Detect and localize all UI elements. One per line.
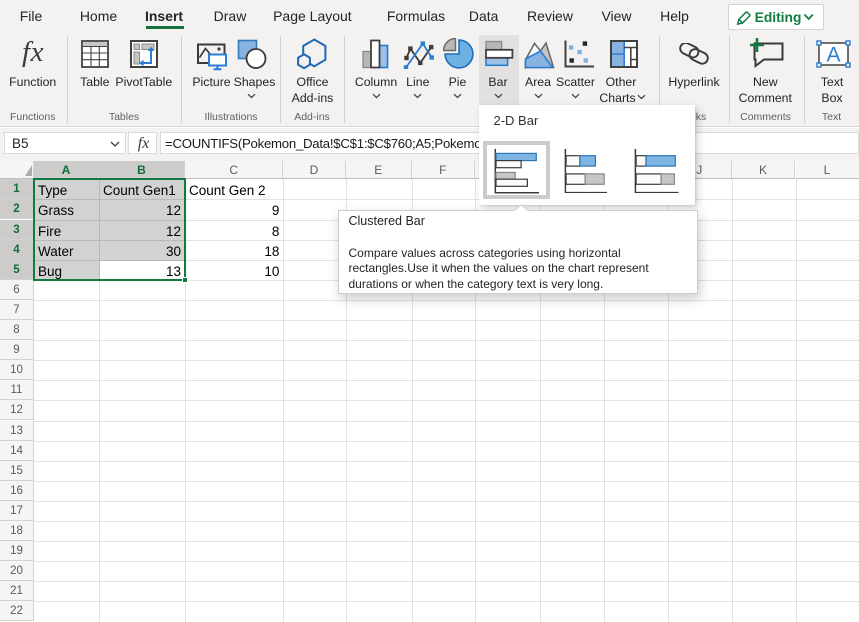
svg-text:A: A: [826, 44, 840, 67]
